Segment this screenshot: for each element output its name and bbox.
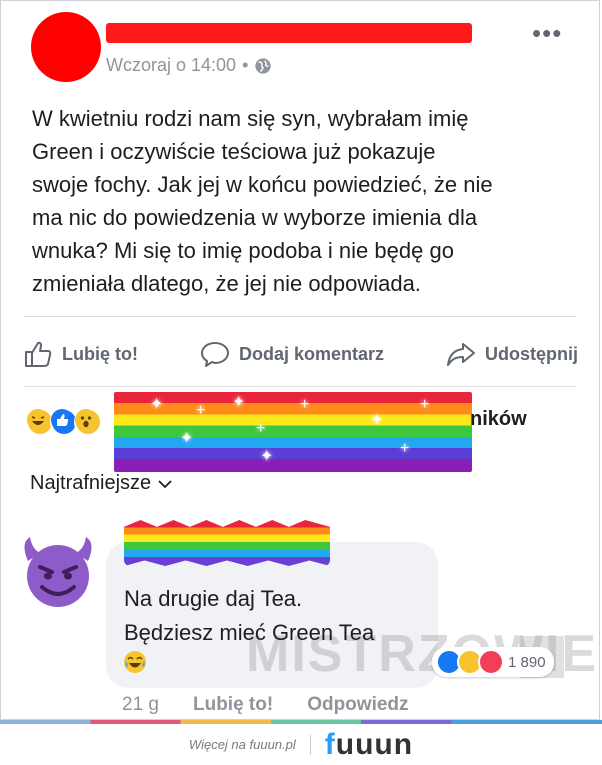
meta-separator: • xyxy=(242,55,249,75)
comment-reply-link[interactable]: Odpowiedz xyxy=(307,694,408,716)
comment-like-link[interactable]: Lubię to! xyxy=(193,694,273,716)
chevron-down-icon xyxy=(158,479,172,488)
site-footer: Więcej na fuuun.pl fuuun xyxy=(0,724,602,765)
comment-reaction-count: 1 890 xyxy=(508,653,546,671)
sparkle-icon: + xyxy=(196,402,206,419)
sparkle-icon: + xyxy=(256,420,266,437)
like-label: Lubię to! xyxy=(62,343,138,364)
comment-label: Dodaj komentarz xyxy=(238,343,384,364)
sparkle-icon: ✦ xyxy=(370,412,384,429)
comment-reactions[interactable]: 1 890 xyxy=(432,647,554,677)
post-body: W kwietniu rodzi nam się syn, wybrałam i… xyxy=(32,106,493,296)
sparkle-icon: ✦ xyxy=(232,394,246,411)
sparkle-icon: ✦ xyxy=(260,448,274,465)
rainbow-redaction xyxy=(114,392,472,472)
smiling-devil-icon xyxy=(24,537,92,607)
sparkle-icon: ✦ xyxy=(180,430,194,447)
redacted-author-name[interactable] xyxy=(106,23,472,43)
share-button[interactable]: Udostępnij xyxy=(445,338,578,370)
more-options-button[interactable]: ••• xyxy=(532,18,562,49)
love-reaction-icon xyxy=(478,649,504,675)
comment-time: 21 g xyxy=(122,694,159,715)
rainbow-commenter-redaction xyxy=(124,520,330,566)
sparkle-icon: + xyxy=(400,440,410,457)
sparkle-icon: + xyxy=(300,396,310,413)
wow-reaction-icon xyxy=(74,408,102,436)
tears-of-joy-icon xyxy=(124,651,146,673)
comment-button[interactable]: Dodaj komentarz xyxy=(199,338,384,370)
post-actions: Lubię to! Dodaj komentarz Udostępnij xyxy=(22,332,578,376)
share-arrow-icon xyxy=(446,343,475,366)
thumbs-up-icon xyxy=(25,341,52,367)
sparkle-icon: + xyxy=(420,396,430,413)
footer-separator xyxy=(309,734,311,755)
sparkle-icon: ✦ xyxy=(150,396,164,413)
post-timestamp[interactable]: Wczoraj o 14:00 xyxy=(106,55,236,76)
comment-meta: 21 g Lubię to! Odpowiedz xyxy=(122,694,409,716)
redacted-avatar[interactable] xyxy=(31,12,101,82)
more-on-site-link[interactable]: Więcej na fuuun.pl xyxy=(189,737,296,752)
divider xyxy=(24,386,576,387)
comment-body: Na drugie daj Tea. Będziesz mieć Green T… xyxy=(124,586,375,645)
share-label: Udostępnij xyxy=(484,343,578,364)
speech-bubble-icon xyxy=(200,342,229,367)
reaction-icons xyxy=(26,408,102,436)
post-meta: Wczoraj o 14:00 • xyxy=(106,55,272,76)
sort-label: Najtrafniejsze xyxy=(30,472,152,494)
divider xyxy=(24,316,576,317)
fuuun-logo[interactable]: fuuun xyxy=(325,728,413,762)
devil-avatar[interactable] xyxy=(18,531,98,611)
comment-sort-dropdown[interactable]: Najtrafniejsze xyxy=(30,472,173,495)
reactions-counter-text[interactable]: ników xyxy=(470,408,527,431)
like-button[interactable]: Lubię to! xyxy=(22,338,138,370)
globe-icon xyxy=(254,57,272,75)
